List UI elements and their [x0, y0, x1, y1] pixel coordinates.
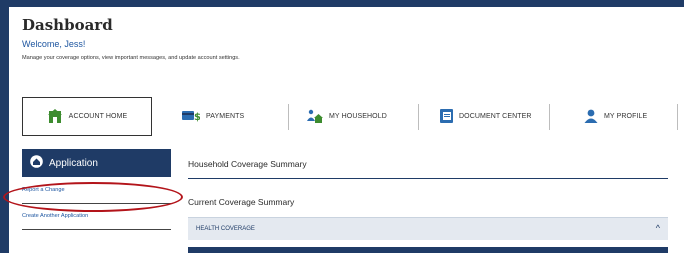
account-home-button[interactable]: ACCOUNT HOME	[22, 97, 152, 136]
create-another-application-link[interactable]: Create Another Application	[22, 213, 88, 219]
svg-text:$: $	[194, 112, 200, 122]
payments-icon: $	[182, 110, 201, 124]
nav-divider	[677, 104, 678, 130]
account-home-label: ACCOUNT HOME	[68, 113, 128, 120]
document-center-button[interactable]: DOCUMENT CENTER	[440, 97, 550, 136]
health-coverage-label: HEALTH COVERAGE	[196, 226, 255, 232]
health-coverage-accordion[interactable]: HEALTH COVERAGE ^	[188, 217, 668, 240]
document-icon	[440, 108, 453, 125]
payments-label: PAYMENTS	[206, 113, 245, 120]
sidebar-divider	[22, 229, 171, 230]
nav-divider	[549, 104, 550, 130]
payments-button[interactable]: $ PAYMENTS	[182, 97, 257, 136]
current-coverage-summary-heading: Current Coverage Summary	[188, 197, 295, 207]
home-icon	[30, 155, 43, 171]
page-subtitle: Manage your coverage options, view impor…	[22, 55, 240, 61]
nav-divider	[288, 104, 289, 130]
chevron-up-icon[interactable]: ^	[656, 223, 660, 233]
dashboard-panel: Dashboard Welcome, Jess! Manage your cov…	[3, 7, 684, 253]
my-household-label: MY HOUSEHOLD	[329, 113, 387, 120]
nav-divider	[418, 104, 419, 130]
my-profile-button[interactable]: MY PROFILE	[584, 97, 679, 136]
account-nav: ACCOUNT HOME $ PAYMENTS MY HOUSEHOLD DOC…	[22, 97, 679, 136]
my-household-button[interactable]: MY HOUSEHOLD	[307, 97, 407, 136]
profile-icon	[584, 109, 598, 125]
household-icon	[307, 109, 323, 125]
household-coverage-summary-heading: Household Coverage Summary	[188, 159, 307, 169]
sidebar-application-header: Application	[22, 149, 171, 177]
welcome-message: Welcome, Jess!	[22, 39, 86, 49]
section-divider	[188, 178, 668, 179]
document-center-label: DOCUMENT CENTER	[459, 113, 532, 120]
page-title: Dashboard	[22, 16, 113, 34]
sidebar-heading: Application	[49, 157, 98, 169]
my-profile-label: MY PROFILE	[604, 113, 648, 120]
highlight-oval	[3, 182, 183, 212]
accordion-content-bar	[188, 247, 668, 253]
home-icon	[47, 108, 63, 126]
